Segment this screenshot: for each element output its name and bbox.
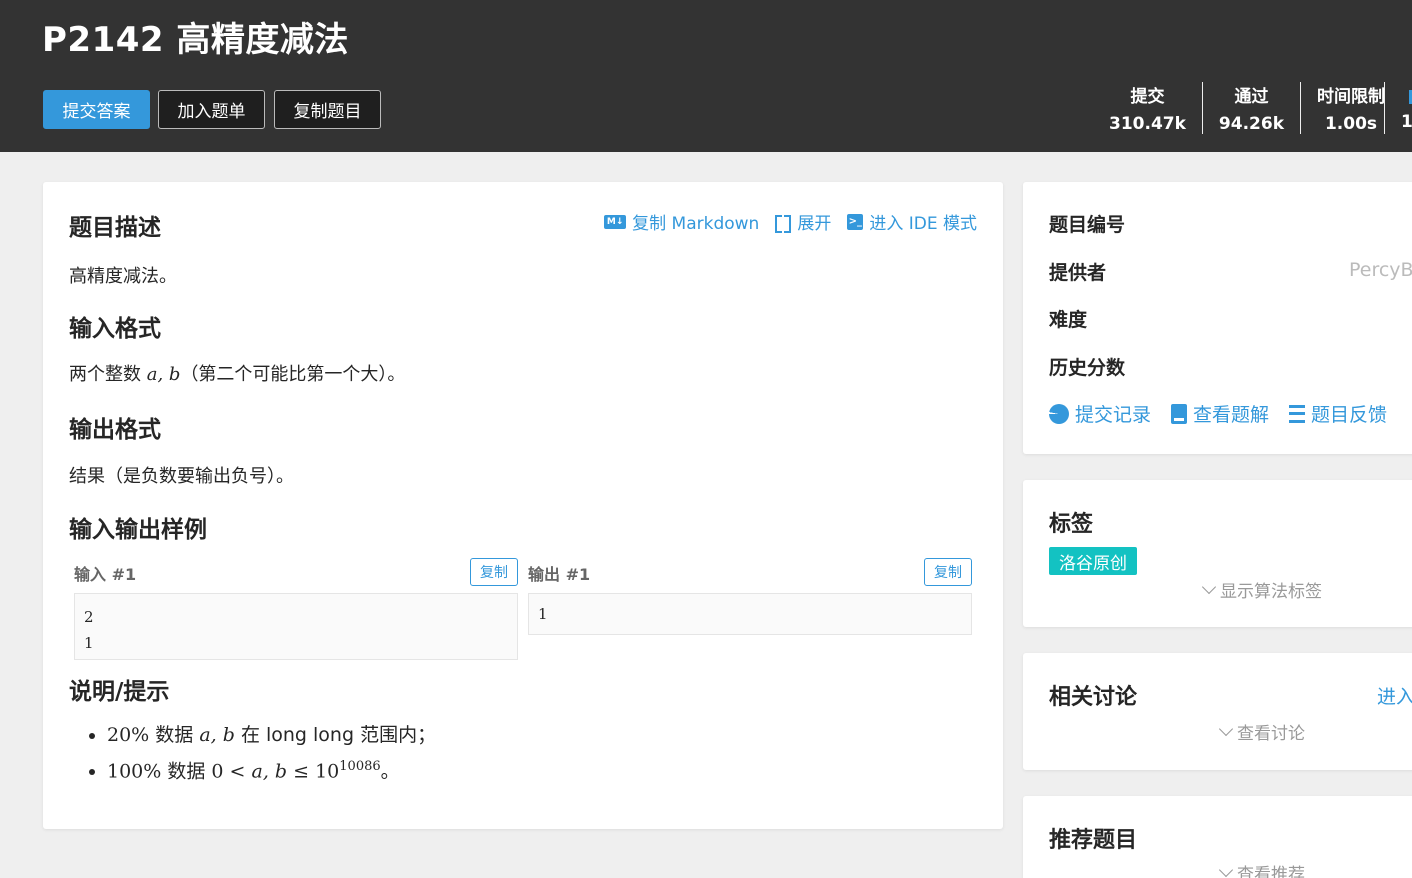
problem-feedback-label: 题目反馈 bbox=[1311, 404, 1388, 426]
chevron-down-icon bbox=[1218, 721, 1234, 737]
hint-percent: 20% bbox=[107, 724, 150, 746]
hint-percent: 100% bbox=[107, 760, 162, 783]
hint-end: 。 bbox=[380, 760, 400, 783]
hint-word: 数据 bbox=[161, 760, 212, 783]
problem-links: 提交记录 查看题解 题目反馈 bbox=[1049, 400, 1387, 427]
input-format-heading: 输入格式 bbox=[69, 316, 161, 342]
copy-problem-button[interactable]: 复制题目 bbox=[274, 90, 381, 129]
show-algorithm-tags-label: 显示算法标签 bbox=[1220, 582, 1322, 602]
copy-sample-input-button[interactable]: 复制 bbox=[470, 558, 518, 586]
hint-heading: 说明/提示 bbox=[69, 679, 170, 705]
copy-markdown-button[interactable]: M↓ 复制 Markdown bbox=[604, 209, 759, 234]
submission-records-label: 提交记录 bbox=[1075, 404, 1152, 426]
stat-value: 1 bbox=[1401, 112, 1412, 132]
hint-item: 20% 数据 a, b 在 long long 范围内； bbox=[107, 720, 436, 751]
math-lt: < bbox=[223, 760, 252, 783]
chevron-down-icon bbox=[1201, 579, 1217, 595]
history-score-label: 历史分数 bbox=[1049, 357, 1126, 379]
output-format-text: 结果（是负数要输出负号）。 bbox=[69, 466, 294, 487]
description-heading: 题目描述 bbox=[69, 215, 161, 241]
stat-label: 时间限制 bbox=[1317, 87, 1385, 107]
stat-accepted: 通过 94.26k bbox=[1201, 82, 1300, 134]
ide-mode-button[interactable]: >_ 进入 IDE 模式 bbox=[847, 209, 977, 234]
sample-input-label: 输入 #1 bbox=[74, 565, 137, 584]
chevron-down-icon bbox=[1218, 862, 1234, 878]
stat-value: 1.00s bbox=[1324, 114, 1378, 134]
tags-card: 标签 洛谷原创 显示算法标签 bbox=[1023, 480, 1412, 627]
hint-word: 数据 bbox=[149, 724, 200, 746]
stat-time-limit: 时间限制 1.00s bbox=[1300, 82, 1401, 134]
sample-input-line: 1 bbox=[84, 634, 94, 652]
problem-feedback-link[interactable]: 题目反馈 bbox=[1289, 400, 1387, 427]
sample-output-line: 1 bbox=[538, 605, 548, 623]
hint-item: 100% 数据 0 < a, b ≤ 1010086。 bbox=[107, 751, 436, 787]
view-recommend-toggle[interactable]: 查看推荐 bbox=[1218, 860, 1305, 878]
copy-markdown-label: 复制 Markdown bbox=[632, 214, 760, 234]
view-solutions-link[interactable]: 查看题解 bbox=[1171, 400, 1269, 427]
hint-rest: 在 long long 范围内； bbox=[234, 724, 437, 746]
math-vars: a, b bbox=[146, 364, 181, 385]
description-text: 高精度减法。 bbox=[69, 266, 177, 287]
recommend-card: 推荐题目 查看推荐 bbox=[1023, 796, 1412, 878]
stat-value: 310.47k bbox=[1109, 114, 1186, 134]
recommend-title: 推荐题目 bbox=[1049, 828, 1138, 853]
view-discussion-label: 查看讨论 bbox=[1237, 724, 1305, 744]
sample-output-box[interactable]: 1 bbox=[528, 593, 972, 635]
input-format-suffix: （第二个可能比第一个大）。 bbox=[180, 364, 406, 385]
samples-heading: 输入输出样例 bbox=[69, 517, 207, 543]
stat-submissions: 提交 310.47k bbox=[1097, 82, 1202, 134]
stat-value: 94.26k bbox=[1218, 114, 1284, 134]
submit-answer-button[interactable]: 提交答案 bbox=[43, 90, 150, 129]
output-format-heading: 输出格式 bbox=[69, 417, 161, 443]
page-title: P2142 高精度减法 bbox=[42, 20, 349, 60]
submission-records-link[interactable]: 提交记录 bbox=[1049, 400, 1151, 427]
math-vars: a, b bbox=[251, 760, 288, 783]
discussion-card: 相关讨论 进入 查看讨论 bbox=[1023, 653, 1412, 770]
problem-header: P2142 高精度减法 提交答案 加入题单 复制题目 提交 310.47k 通过… bbox=[0, 0, 1412, 152]
provider-value[interactable]: PercyB bbox=[1349, 259, 1412, 281]
tags-title: 标签 bbox=[1049, 512, 1094, 537]
problem-info-card: 题目编号 提供者 PercyB 难度 历史分数 提交记录 查看题解 题目反馈 bbox=[1023, 182, 1412, 454]
problem-stats: 提交 310.47k 通过 94.26k 时间限制 1.00s bbox=[1097, 82, 1401, 134]
input-format-text: 两个整数 a, b（第二个可能比第一个大）。 bbox=[69, 360, 405, 386]
content-toolbar: M↓ 复制 Markdown 展开 >_ 进入 IDE 模式 bbox=[604, 209, 977, 234]
math-zero: 0 bbox=[211, 760, 224, 783]
sample-input-box[interactable]: 2 1 bbox=[74, 593, 518, 660]
problem-content-card: 题目描述 M↓ 复制 Markdown 展开 >_ 进入 IDE 模式 高精度减… bbox=[43, 182, 1003, 829]
expand-icon bbox=[775, 214, 792, 233]
sample-output-label: 输出 #1 bbox=[528, 565, 591, 584]
copy-sample-output-button[interactable]: 复制 bbox=[924, 558, 972, 586]
hint-list: 20% 数据 a, b 在 long long 范围内； 100% 数据 0 <… bbox=[83, 720, 436, 787]
math-base: 10 bbox=[315, 760, 340, 783]
problem-id-label: 题目编号 bbox=[1049, 214, 1126, 236]
input-format-prefix: 两个整数 bbox=[69, 364, 147, 385]
math-exponent: 10086 bbox=[339, 759, 381, 774]
show-algorithm-tags-toggle[interactable]: 显示算法标签 bbox=[1201, 577, 1322, 602]
math-vars: a, b bbox=[199, 724, 235, 746]
enter-discussion-link[interactable]: 进入 bbox=[1377, 682, 1412, 709]
terminal-icon: >_ bbox=[847, 213, 864, 230]
markdown-icon: M↓ bbox=[604, 214, 627, 229]
ide-mode-label: 进入 IDE 模式 bbox=[869, 214, 977, 234]
sample-input-line: 2 bbox=[84, 608, 94, 626]
book-icon bbox=[1171, 403, 1188, 424]
view-discussion-toggle[interactable]: 查看讨论 bbox=[1218, 719, 1305, 744]
add-to-list-button[interactable]: 加入题单 bbox=[158, 90, 265, 129]
difficulty-label: 难度 bbox=[1049, 309, 1088, 331]
pie-chart-icon bbox=[1049, 403, 1069, 424]
stat-memory-limit: 1 bbox=[1384, 82, 1412, 134]
tag-luogu-original[interactable]: 洛谷原创 bbox=[1049, 547, 1137, 575]
stat-label: 提交 bbox=[1130, 87, 1165, 107]
expand-label: 展开 bbox=[797, 214, 832, 234]
discussion-title: 相关讨论 bbox=[1049, 685, 1138, 710]
stat-label: 通过 bbox=[1234, 87, 1269, 107]
list-icon bbox=[1289, 404, 1306, 423]
provider-label: 提供者 bbox=[1049, 262, 1107, 284]
view-recommend-label: 查看推荐 bbox=[1237, 865, 1305, 878]
expand-button[interactable]: 展开 bbox=[775, 209, 831, 234]
view-solutions-label: 查看题解 bbox=[1193, 404, 1270, 426]
math-le: ≤ bbox=[287, 760, 316, 783]
